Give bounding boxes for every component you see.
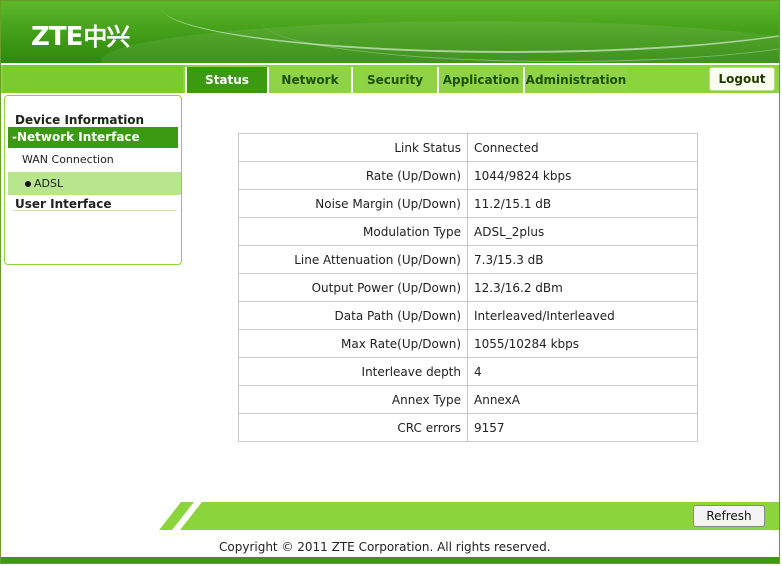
table-row: Max Rate(Up/Down) 1055/10284 kbps	[238, 329, 698, 358]
main-nav: Status Network Security Application Admi…	[1, 65, 779, 93]
row-value: Connected	[467, 133, 698, 162]
sidebar-item-label: ADSL	[34, 177, 64, 190]
logout-button[interactable]: Logout	[709, 67, 775, 91]
table-row: Noise Margin (Up/Down) 11.2/15.1 dB	[238, 189, 698, 218]
row-label: CRC errors	[238, 413, 468, 442]
table-row: Annex Type AnnexA	[238, 385, 698, 414]
table-row: Interleave depth 4	[238, 357, 698, 386]
zte-logo: ZTE中兴	[31, 17, 130, 52]
header-banner: ZTE中兴	[1, 1, 779, 63]
bullet-icon	[25, 181, 31, 187]
logo-mark: 中兴	[83, 23, 130, 51]
row-value: 12.3/16.2 dBm	[467, 273, 698, 302]
table-row: Rate (Up/Down) 1044/9824 kbps	[238, 161, 698, 190]
row-value: 9157	[467, 413, 698, 442]
footer-bar	[159, 502, 779, 530]
sidebar-item-user-interface[interactable]: User Interface	[15, 197, 112, 211]
row-value: 7.3/15.3 dB	[467, 245, 698, 274]
row-label: Interleave depth	[238, 357, 468, 386]
sidebar-item-device-information[interactable]: Device Information	[15, 113, 144, 127]
row-value: Interleaved/Interleaved	[467, 301, 698, 330]
table-row: Link Status Connected	[238, 133, 698, 162]
row-label: Link Status	[238, 133, 468, 162]
adsl-status-table: Link Status Connected Rate (Up/Down) 1044/9…	[238, 133, 698, 442]
tab-network[interactable]: Network	[267, 67, 351, 93]
row-label: Max Rate(Up/Down)	[238, 329, 468, 358]
row-label: Noise Margin (Up/Down)	[238, 189, 468, 218]
row-label: Modulation Type	[238, 217, 468, 246]
row-value: 11.2/15.1 dB	[467, 189, 698, 218]
divider	[13, 210, 177, 211]
tab-security[interactable]: Security	[351, 67, 437, 93]
row-label: Rate (Up/Down)	[238, 161, 468, 190]
nav-spacer	[3, 65, 183, 93]
row-label: Data Path (Up/Down)	[238, 301, 468, 330]
refresh-button[interactable]: Refresh	[693, 505, 765, 527]
table-row: CRC errors 9157	[238, 413, 698, 442]
row-value: AnnexA	[467, 385, 698, 414]
row-value: 1055/10284 kbps	[467, 329, 698, 358]
tab-status[interactable]: Status	[185, 67, 267, 93]
table-row: Modulation Type ADSL_2plus	[238, 217, 698, 246]
row-value: ADSL_2plus	[467, 217, 698, 246]
sidebar-item-wan-connection[interactable]: WAN Connection	[22, 153, 114, 166]
table-row: Line Attenuation (Up/Down) 7.3/15.3 dB	[238, 245, 698, 274]
bottom-bar	[1, 557, 779, 563]
router-admin-page: ZTE中兴 Status Network Security Applicatio…	[0, 0, 780, 564]
sidebar: Device Information -Network Interface WA…	[4, 95, 182, 265]
row-label: Output Power (Up/Down)	[238, 273, 468, 302]
row-label: Annex Type	[238, 385, 468, 414]
row-value: 4	[467, 357, 698, 386]
sidebar-item-adsl[interactable]: ADSL	[8, 172, 181, 195]
row-label: Line Attenuation (Up/Down)	[238, 245, 468, 274]
tab-application[interactable]: Application	[437, 67, 523, 93]
copyright-text: Copyright © 2011 ZTE Corporation. All ri…	[219, 540, 551, 554]
tab-administration[interactable]: Administration	[523, 67, 627, 93]
row-value: 1044/9824 kbps	[467, 161, 698, 190]
logo-text: ZTE	[31, 22, 83, 52]
sidebar-item-network-interface[interactable]: -Network Interface	[8, 127, 178, 148]
table-row: Data Path (Up/Down) Interleaved/Interleav…	[238, 301, 698, 330]
table-row: Output Power (Up/Down) 12.3/16.2 dBm	[238, 273, 698, 302]
